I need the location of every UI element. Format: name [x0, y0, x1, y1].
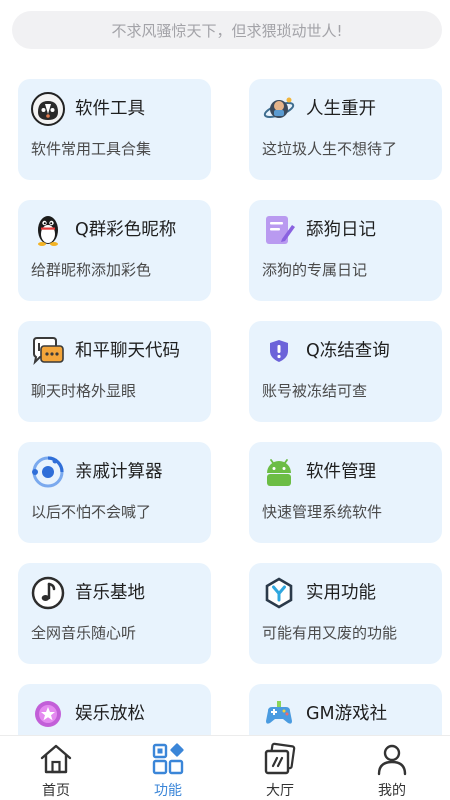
card-title: Q冻结查询: [306, 341, 390, 361]
card-freeze-query[interactable]: Q冻结查询 账号被冻结可查: [249, 321, 442, 422]
tab-label: 我的: [378, 783, 406, 799]
card-chat-code[interactable]: 和平聊天代码 聊天时格外显眼: [18, 321, 211, 422]
user-icon: [374, 742, 410, 776]
tab-features[interactable]: 功能: [112, 736, 224, 800]
card-title: 软件工具: [75, 99, 145, 119]
card-desc: 全网音乐随心听: [31, 624, 137, 642]
card-title: 实用功能: [306, 583, 376, 603]
card-title: 软件管理: [306, 462, 376, 482]
chat-bubbles-icon: [31, 334, 65, 368]
bottom-tab-bar: 首页 功能 大厅 我的: [0, 735, 450, 800]
card-desc: 账号被冻结可查: [262, 382, 368, 400]
android-icon: [262, 455, 296, 489]
card-title: 娱乐放松: [75, 704, 145, 724]
card-title: GM游戏社: [306, 704, 388, 724]
home-icon: [38, 742, 74, 776]
card-desc: 可能有用又废的功能: [262, 624, 398, 642]
card-title: 人生重开: [306, 99, 376, 119]
app-screen: 不求风骚惊天下，但求猥琐动世人! 软件工具 软件常用工具合集 人生重开 这垃圾人…: [0, 0, 450, 800]
penguin-icon: [31, 213, 65, 247]
card-desc: 以后不怕不会喊了: [31, 503, 152, 521]
card-title: 舔狗日记: [306, 220, 376, 240]
card-utilities[interactable]: 实用功能 可能有用又废的功能: [249, 563, 442, 664]
card-music[interactable]: 音乐基地 全网音乐随心听: [18, 563, 211, 664]
card-title: 音乐基地: [75, 583, 145, 603]
star-badge-icon: [31, 697, 65, 731]
gamepad-icon: [262, 697, 296, 731]
badger-avatar-icon: [31, 92, 65, 126]
shield-icon: [262, 334, 296, 368]
card-title: 和平聊天代码: [75, 341, 180, 361]
card-desc: 添狗的专属日记: [262, 261, 368, 279]
tab-profile[interactable]: 我的: [336, 736, 448, 800]
card-title: 亲戚计算器: [75, 462, 163, 482]
tab-label: 首页: [42, 783, 70, 799]
cards-icon: [262, 742, 298, 776]
card-app-manager[interactable]: 软件管理 快速管理系统软件: [249, 442, 442, 543]
hexagon-y-icon: [262, 576, 296, 610]
card-desc: 聊天时格外显眼: [31, 382, 137, 400]
tab-home[interactable]: 首页: [0, 736, 112, 800]
card-kinship-calculator[interactable]: 亲戚计算器 以后不怕不会喊了: [18, 442, 211, 543]
music-note-icon: [31, 576, 65, 610]
tab-label: 大厅: [266, 783, 294, 799]
tab-label: 功能: [154, 783, 182, 799]
card-desc: 这垃圾人生不想待了: [262, 140, 398, 158]
card-desc: 给群昵称添加彩色: [31, 261, 152, 279]
astronaut-planet-icon: [262, 92, 296, 126]
card-desc: 软件常用工具合集: [31, 140, 152, 158]
orbit-circle-icon: [31, 455, 65, 489]
tab-lobby[interactable]: 大厅: [224, 736, 336, 800]
slogan-bar: 不求风骚惊天下，但求猥琐动世人!: [12, 11, 442, 49]
apps-grid-icon: [150, 742, 186, 776]
card-life-restart[interactable]: 人生重开 这垃圾人生不想待了: [249, 79, 442, 180]
card-colored-nickname[interactable]: Q群彩色昵称 给群昵称添加彩色: [18, 200, 211, 301]
card-diary[interactable]: 舔狗日记 添狗的专属日记: [249, 200, 442, 301]
notebook-pen-icon: [262, 213, 296, 247]
card-software-tools[interactable]: 软件工具 软件常用工具合集: [18, 79, 211, 180]
card-desc: 快速管理系统软件: [262, 503, 383, 521]
card-title: Q群彩色昵称: [75, 220, 177, 240]
